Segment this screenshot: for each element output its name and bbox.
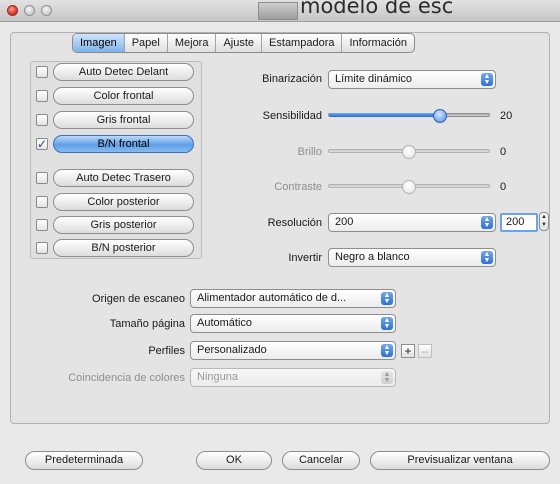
brightness-label: Brillo <box>297 146 322 158</box>
color-matching-value: Ninguna <box>197 371 238 383</box>
popup-arrows-icon: ▲ ▼ <box>381 371 393 384</box>
binarization-popup[interactable]: Límite dinámico ▲ ▼ <box>328 70 496 89</box>
resolution-stepper-icon[interactable]: ▲ ▼ <box>539 212 549 231</box>
image-mode-button[interactable]: Gris frontal <box>53 111 194 129</box>
color-matching-popup: Ninguna ▲ ▼ <box>190 368 396 387</box>
image-mode-checkbox[interactable] <box>36 172 48 184</box>
tab-mejora[interactable]: Mejora <box>168 34 217 52</box>
popup-arrows-icon: ▲ ▼ <box>381 344 393 357</box>
resolution-value: 200 <box>335 216 354 228</box>
sensitivity-slider-knob[interactable] <box>432 109 447 123</box>
tab-informacion[interactable]: Información <box>342 34 413 52</box>
image-mode-checkbox-checked[interactable]: ✓ <box>36 138 48 150</box>
invert-popup[interactable]: Negro a blanco ▲ ▼ <box>328 248 496 267</box>
image-mode-checkbox[interactable] <box>36 219 48 231</box>
popup-arrows-icon: ▲ ▼ <box>481 251 493 264</box>
resolution-number-field[interactable]: 200 <box>500 213 538 232</box>
remove-profile-button[interactable]: – <box>418 344 432 358</box>
tab-estampadora[interactable]: Estampadora <box>262 34 343 52</box>
image-mode-checkbox[interactable] <box>36 90 48 102</box>
scan-source-value: Alimentador automático de d... <box>197 292 347 304</box>
ok-button[interactable]: OK <box>196 451 272 470</box>
image-mode-button[interactable]: Color posterior <box>53 193 194 211</box>
resolution-popup[interactable]: 200 ▲ ▼ <box>328 213 496 232</box>
cancel-button[interactable]: Cancelar <box>282 451 360 470</box>
color-matching-label: Coincidencia de colores <box>68 372 185 384</box>
image-mode-button[interactable]: Auto Detec Delant <box>53 63 194 81</box>
profiles-label: Perfiles <box>148 345 185 357</box>
scan-source-label: Origen de escaneo <box>92 293 185 305</box>
profiles-value: Personalizado <box>197 344 267 356</box>
invert-label: Invertir <box>288 252 322 264</box>
contrast-label: Contraste <box>274 181 322 193</box>
page-size-value: Automático <box>197 317 253 329</box>
image-mode-button[interactable]: Gris posterior <box>53 216 194 234</box>
scan-source-popup[interactable]: Alimentador automático de d... ▲ ▼ <box>190 289 396 308</box>
close-window-icon[interactable] <box>7 5 18 16</box>
sensitivity-slider-track[interactable] <box>328 113 490 117</box>
default-button[interactable]: Predeterminada <box>25 451 143 470</box>
add-profile-button[interactable]: + <box>401 344 415 358</box>
minimize-window-icon[interactable] <box>24 5 35 16</box>
resolution-label: Resolución <box>267 217 322 229</box>
popup-arrows-icon: ▲ ▼ <box>481 216 493 229</box>
popup-arrows-icon: ▲ ▼ <box>381 292 393 305</box>
tab-bar: Imagen Papel Mejora Ajuste Estampadora I… <box>72 33 415 53</box>
title-bar: modelo de esc <box>0 0 560 22</box>
image-mode-checkbox[interactable] <box>36 66 48 78</box>
binarization-value: Límite dinámico <box>335 73 413 85</box>
zoom-window-icon[interactable] <box>41 5 52 16</box>
page-size-popup[interactable]: Automático ▲ ▼ <box>190 314 396 333</box>
brightness-slider-knob <box>402 145 416 159</box>
image-mode-button[interactable]: Color frontal <box>53 87 194 105</box>
image-mode-checkbox[interactable] <box>36 196 48 208</box>
image-mode-checkbox[interactable] <box>36 242 48 254</box>
page-size-label: Tamaño página <box>109 318 185 330</box>
invert-value: Negro a blanco <box>335 251 410 263</box>
background-window-thumbnail <box>258 2 298 20</box>
binarization-label: Binarización <box>262 73 322 85</box>
image-mode-button-selected[interactable]: B/N frontal <box>53 135 194 153</box>
sensitivity-label: Sensibilidad <box>262 110 322 122</box>
preview-window-button[interactable]: Previsualizar ventana <box>370 451 550 470</box>
contrast-value: 0 <box>500 181 507 193</box>
contrast-slider-knob <box>402 180 416 194</box>
tab-ajuste[interactable]: Ajuste <box>216 34 263 52</box>
sensitivity-slider-fill <box>329 113 441 117</box>
sensitivity-value: 20 <box>500 110 513 122</box>
image-mode-checkbox[interactable] <box>36 114 48 126</box>
tab-papel[interactable]: Papel <box>125 34 168 52</box>
popup-arrows-icon: ▲ ▼ <box>381 317 393 330</box>
popup-arrows-icon: ▲ ▼ <box>481 73 493 86</box>
brightness-value: 0 <box>500 146 507 158</box>
profiles-popup[interactable]: Personalizado ▲ ▼ <box>190 341 396 360</box>
tab-imagen[interactable]: Imagen <box>73 34 125 52</box>
image-mode-button[interactable]: Auto Detec Trasero <box>53 169 194 187</box>
image-mode-button[interactable]: B/N posterior <box>53 239 194 257</box>
background-window-title: modelo de esc <box>300 0 454 18</box>
